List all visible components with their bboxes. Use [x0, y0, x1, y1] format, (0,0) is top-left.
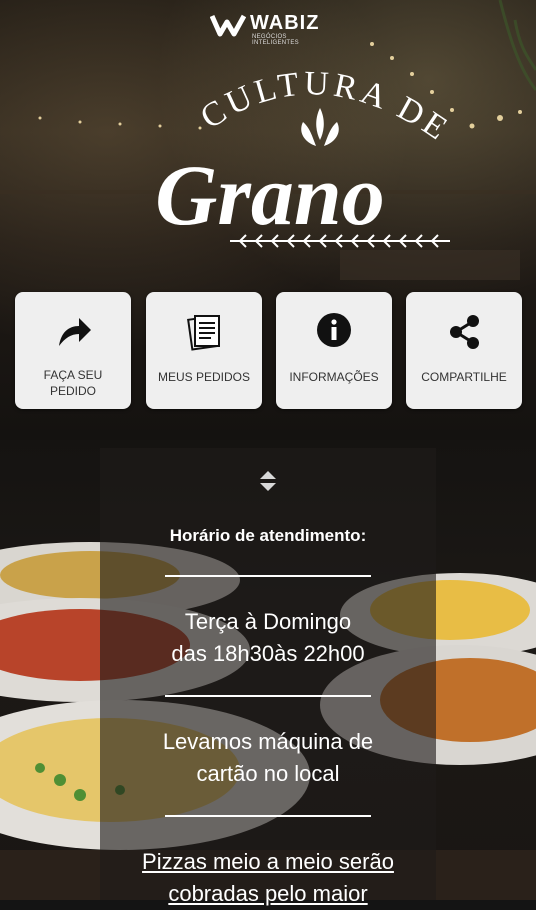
my-orders-button[interactable]: MEUS PEDIDOS	[146, 292, 262, 409]
order-button[interactable]: FAÇA SEU PEDIDO	[15, 292, 131, 409]
logo-script-text: Grano	[155, 147, 385, 243]
divider	[165, 815, 371, 817]
share-icon	[450, 315, 479, 349]
wabiz-logo: WABIZ NEGÓCIOS INTELIGENTES	[210, 10, 330, 46]
share-label: COMPARTILHE	[421, 370, 507, 384]
action-tiles: FAÇA SEU PEDIDO MEUS PEDIDOS INFORMAÇÕES	[15, 292, 523, 410]
wabiz-mark-icon	[210, 14, 246, 37]
divider	[165, 695, 371, 697]
order-button-label: FAÇA SEU PEDIDO	[43, 368, 103, 398]
wabiz-tagline: NEGÓCIOS INTELIGENTES	[252, 34, 299, 46]
logo-arc-text: CULTURA DEL	[70, 60, 453, 149]
hours-title: Horário de atendimento:	[169, 526, 367, 545]
pizza-pricing-link[interactable]: Pizzas meio a meio serão cobradas pelo m…	[100, 846, 436, 910]
svg-text:CULTURA DEL: CULTURA DEL	[70, 60, 457, 149]
restaurant-logo: CULTURA DEL Grano	[70, 60, 470, 260]
wabiz-name: WABIZ	[250, 12, 320, 34]
info-label: INFORMAÇÕES	[289, 370, 379, 384]
share-button[interactable]: COMPARTILHE	[406, 292, 522, 409]
card-machine-notice: Levamos máquina de cartão no local	[162, 729, 374, 786]
info-button[interactable]: INFORMAÇÕES	[276, 292, 392, 409]
receipt-icon	[187, 315, 220, 351]
divider	[165, 575, 371, 577]
wheat-icon	[301, 108, 339, 146]
opening-hours-text: Terça à Domingo das 18h30às 22h00	[171, 609, 365, 666]
info-icon	[317, 313, 351, 347]
my-orders-label: MEUS PEDIDOS	[157, 370, 250, 384]
info-panel: Horário de atendimento: Terça à Domingo …	[100, 448, 436, 906]
expand-toggle-icon[interactable]	[256, 468, 280, 494]
share-arrow-icon	[59, 318, 91, 346]
